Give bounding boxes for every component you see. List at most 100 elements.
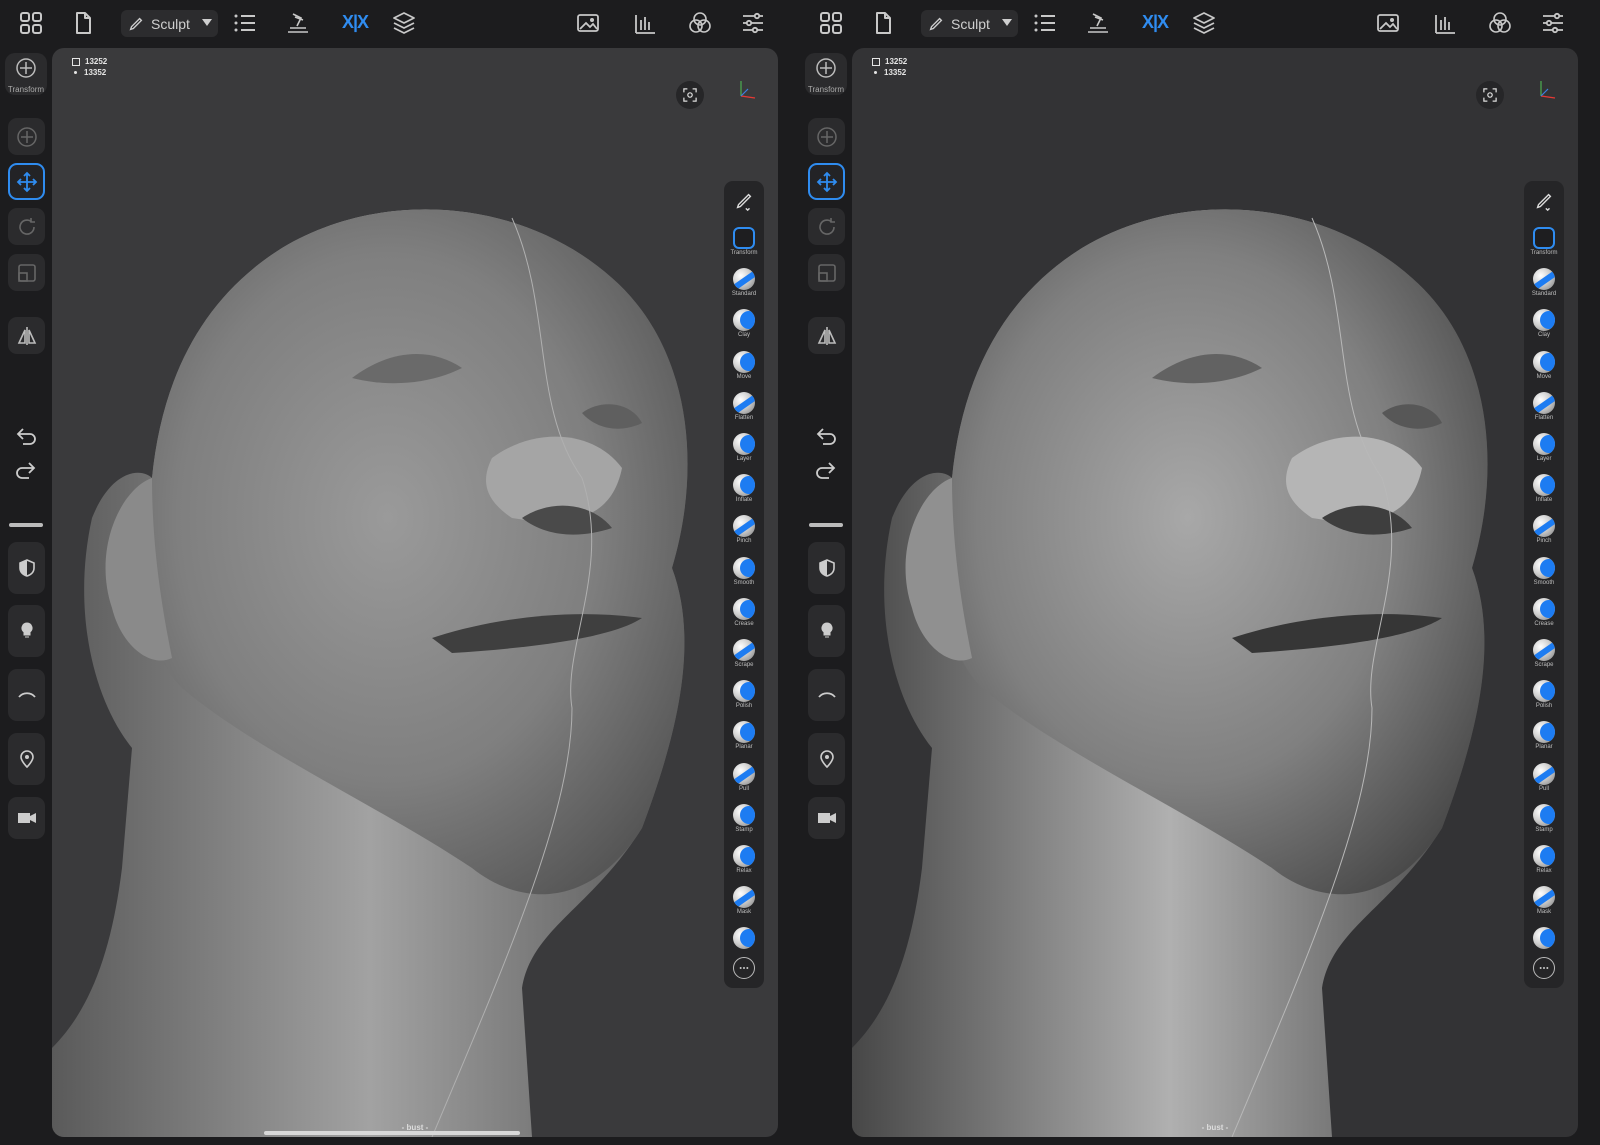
settings-sliders-icon[interactable] — [1540, 10, 1566, 36]
color-circles-icon[interactable] — [687, 10, 713, 36]
tool-flatten[interactable]: Flatten — [724, 388, 764, 428]
symmetry-button[interactable] — [8, 317, 45, 354]
lighting-button[interactable] — [808, 605, 845, 657]
move-button[interactable] — [8, 163, 45, 200]
tool-transform[interactable]: Transform — [1524, 223, 1564, 263]
tool-flatten[interactable]: Flatten — [1524, 388, 1564, 428]
brush-settings-button[interactable] — [1524, 183, 1564, 219]
symmetry-toggle[interactable]: X|X — [342, 12, 369, 33]
tool-clay[interactable]: Clay — [724, 305, 764, 345]
camera-button[interactable] — [8, 797, 45, 839]
tool-polish[interactable]: Polish — [1524, 676, 1564, 716]
tool-relax[interactable]: Relax — [724, 841, 764, 881]
rotate-button[interactable] — [8, 208, 45, 245]
frame-camera-button[interactable] — [676, 81, 704, 109]
rotate-button[interactable] — [808, 208, 845, 245]
tool-pinch[interactable]: Pinch — [1524, 511, 1564, 551]
frame-camera-button[interactable] — [1476, 81, 1504, 109]
tool-crease[interactable]: Crease — [1524, 594, 1564, 634]
bust-model[interactable] — [852, 48, 1578, 1137]
tool-layer[interactable]: Layer — [1524, 429, 1564, 469]
grid-menu-icon[interactable] — [18, 10, 44, 36]
viewport[interactable]: 13252 13352 - bust - Transform Standard Cl… — [852, 48, 1578, 1137]
tool-pinch[interactable]: Pinch — [724, 511, 764, 551]
tool-standard[interactable]: Standard — [1524, 264, 1564, 304]
brush-settings-button[interactable] — [724, 183, 764, 219]
tool-inflate[interactable]: Inflate — [724, 470, 764, 510]
tool-label: Scrape — [734, 662, 754, 668]
mask-shield-button[interactable] — [8, 542, 45, 594]
tool-inflate[interactable]: Inflate — [1524, 470, 1564, 510]
topology-icon[interactable] — [1085, 10, 1111, 36]
stroke-button[interactable] — [8, 669, 45, 721]
undo-button[interactable] — [14, 426, 38, 446]
grid-menu-icon[interactable] — [818, 10, 844, 36]
more-tools-button[interactable] — [733, 957, 755, 979]
lighting-button[interactable] — [8, 605, 45, 657]
mode-dropdown[interactable]: Sculpt — [121, 10, 218, 37]
list-icon[interactable] — [232, 10, 258, 36]
background-image-icon[interactable] — [575, 10, 601, 36]
tool-move[interactable]: Move — [1524, 347, 1564, 387]
gizmo-button[interactable] — [808, 118, 845, 155]
more-tools-button[interactable] — [1533, 957, 1555, 979]
tool-mask[interactable]: Mask — [724, 882, 764, 922]
mask-shield-button[interactable] — [808, 542, 845, 594]
layers-icon[interactable] — [1191, 10, 1217, 36]
layers-icon[interactable] — [391, 10, 417, 36]
tool-relax[interactable]: Relax — [1524, 841, 1564, 881]
redo-button[interactable] — [814, 460, 838, 480]
settings-sliders-icon[interactable] — [740, 10, 766, 36]
gizmo-button[interactable] — [8, 118, 45, 155]
tool-mask[interactable]: Mask — [1524, 882, 1564, 922]
tool-pull[interactable]: Pull — [724, 759, 764, 799]
symmetry-button[interactable] — [808, 317, 845, 354]
axis-gizmo-icon[interactable] — [1535, 78, 1559, 102]
material-icon[interactable] — [1432, 10, 1458, 36]
symmetry-toggle[interactable]: X|X — [1142, 12, 1169, 33]
tool-scrape[interactable]: Scrape — [1524, 635, 1564, 675]
file-icon[interactable] — [70, 10, 96, 36]
polish-icon — [1533, 680, 1555, 703]
tool-smooth[interactable]: Smooth — [724, 553, 764, 593]
tool-label: Layer — [736, 456, 752, 462]
redo-button[interactable] — [14, 460, 38, 480]
location-pin-icon — [19, 750, 34, 769]
transform-mode-button[interactable]: Transform — [5, 53, 47, 95]
material-icon[interactable] — [632, 10, 658, 36]
tool-stamp[interactable]: Stamp — [724, 800, 764, 840]
mode-dropdown[interactable]: Sculpt — [921, 10, 1018, 37]
pin-button[interactable] — [808, 733, 845, 785]
tool-crease[interactable]: Crease — [724, 594, 764, 634]
tool-standard[interactable]: Standard — [724, 264, 764, 304]
tool-layer[interactable]: Layer — [724, 429, 764, 469]
undo-button[interactable] — [814, 426, 838, 446]
home-indicator[interactable] — [264, 1131, 520, 1135]
pin-button[interactable] — [8, 733, 45, 785]
tool-planar[interactable]: Planar — [1524, 717, 1564, 757]
topology-icon[interactable] — [285, 10, 311, 36]
tool-pull[interactable]: Pull — [1524, 759, 1564, 799]
scale-button[interactable] — [8, 254, 45, 291]
move-button[interactable] — [808, 163, 845, 200]
tool-transform[interactable]: Transform — [724, 223, 764, 263]
tool-move[interactable]: Move — [724, 347, 764, 387]
viewport[interactable]: 13252 13352 - bust - Transform Standard Cl… — [52, 48, 778, 1137]
move-arrows-icon — [16, 171, 37, 192]
tool-scrape[interactable]: Scrape — [724, 635, 764, 675]
transform-mode-button[interactable]: Transform — [805, 53, 847, 95]
tool-clay[interactable]: Clay — [1524, 305, 1564, 345]
background-image-icon[interactable] — [1375, 10, 1401, 36]
tool-polish[interactable]: Polish — [724, 676, 764, 716]
file-icon[interactable] — [870, 10, 896, 36]
bust-model[interactable] — [52, 48, 778, 1137]
tool-stamp[interactable]: Stamp — [1524, 800, 1564, 840]
tool-smooth[interactable]: Smooth — [1524, 553, 1564, 593]
stroke-button[interactable] — [808, 669, 845, 721]
color-circles-icon[interactable] — [1487, 10, 1513, 36]
tool-planar[interactable]: Planar — [724, 717, 764, 757]
camera-button[interactable] — [808, 797, 845, 839]
scale-button[interactable] — [808, 254, 845, 291]
list-icon[interactable] — [1032, 10, 1058, 36]
axis-gizmo-icon[interactable] — [735, 78, 759, 102]
